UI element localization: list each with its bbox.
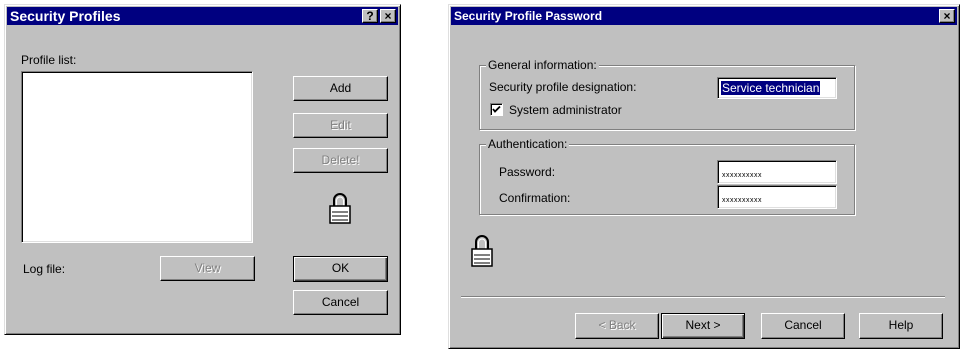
help-title-button[interactable]: ? xyxy=(362,9,378,23)
confirmation-value: xxxxxxxxxx xyxy=(722,197,762,204)
password-input[interactable]: xxxxxxxxxx xyxy=(717,160,837,184)
add-button[interactable]: Add xyxy=(293,76,388,101)
confirmation-label: Confirmation: xyxy=(499,191,571,205)
padlock-icon xyxy=(469,233,495,272)
delete-button[interactable]: Delete! xyxy=(293,148,388,173)
close-button[interactable]: × xyxy=(939,9,955,23)
security-profiles-dialog: Security Profiles ? × Profile list: Add … xyxy=(4,4,401,335)
system-admin-label[interactable]: System administrator xyxy=(509,103,622,117)
help-button[interactable]: Help xyxy=(859,313,943,339)
title-bar[interactable]: Security Profiles ? × xyxy=(7,7,398,25)
password-value: xxxxxxxxxx xyxy=(722,172,762,179)
designation-value: Service technician xyxy=(721,81,821,95)
authentication-legend: Authentication: xyxy=(486,137,570,151)
designation-input[interactable]: Service technician xyxy=(717,77,837,99)
close-button[interactable]: × xyxy=(380,9,396,23)
padlock-icon xyxy=(327,191,353,228)
system-admin-checkbox[interactable] xyxy=(490,103,503,116)
dialog-title: Security Profile Password xyxy=(454,9,603,23)
designation-label: Security profile designation: xyxy=(489,80,637,94)
next-button[interactable]: Next > xyxy=(661,313,745,339)
profile-list-label-text: Profile list: xyxy=(21,53,77,67)
checkmark-icon xyxy=(492,105,501,113)
general-information-legend: General information: xyxy=(486,58,599,72)
title-bar[interactable]: Security Profile Password × xyxy=(451,7,957,25)
edit-button[interactable]: Edit xyxy=(293,113,388,138)
confirmation-input[interactable]: xxxxxxxxxx xyxy=(717,185,837,209)
cancel-button[interactable]: Cancel xyxy=(293,290,388,315)
profile-list[interactable] xyxy=(21,71,253,243)
password-label: Password: xyxy=(499,165,556,179)
back-button[interactable]: < Back xyxy=(575,313,659,339)
button-separator xyxy=(461,296,945,298)
cancel-button[interactable]: Cancel xyxy=(761,313,845,339)
view-button[interactable]: View xyxy=(160,256,255,281)
log-file-label: Log file: xyxy=(23,262,66,276)
ok-button[interactable]: OK xyxy=(293,256,388,282)
dialog-title: Security Profiles xyxy=(10,8,121,24)
security-profile-password-dialog: Security Profile Password × General info… xyxy=(448,4,960,349)
profile-list-label: Profile list: xyxy=(21,53,76,67)
